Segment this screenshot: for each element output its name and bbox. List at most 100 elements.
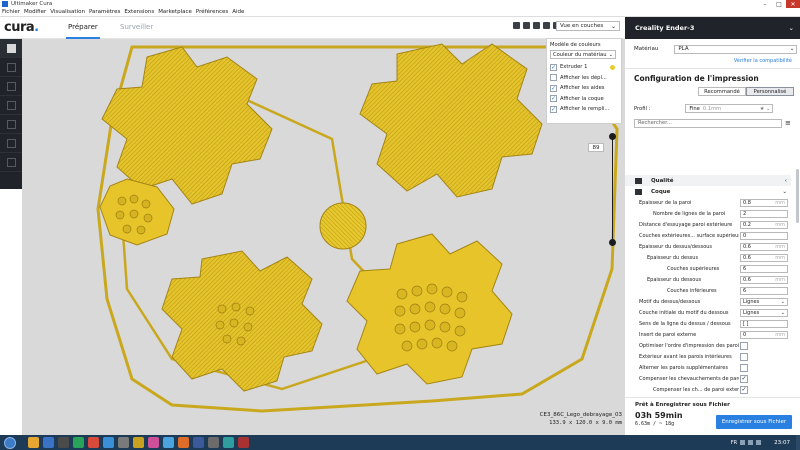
checkbox-infill[interactable]: ✓ [550, 105, 557, 113]
close-button[interactable]: ✕ [786, 0, 800, 8]
slicer-app-icon[interactable] [223, 437, 234, 448]
layer-slider-top-handle[interactable] [609, 133, 616, 140]
setting-input[interactable]: 6 [740, 286, 788, 295]
open-file-button[interactable] [0, 39, 22, 58]
compatibility-link[interactable]: Vérifier la compatibilité [625, 56, 800, 66]
settings-app-icon[interactable] [118, 437, 129, 448]
3d-viewport[interactable] [22, 39, 625, 435]
hamburger-menu-icon[interactable]: ≡ [785, 119, 791, 127]
setting-select[interactable]: Lignes ⌄ [740, 308, 788, 317]
folder-app-icon[interactable] [133, 437, 144, 448]
profile-select[interactable]: Fine 0.1mm ★ ⌄ [685, 104, 774, 113]
browser-icon[interactable] [43, 437, 54, 448]
setting-unit: mm [775, 276, 785, 283]
checkbox-shell[interactable]: ✓ [550, 95, 557, 103]
settings-scrollbar[interactable] [796, 169, 799, 223]
setting-checkbox[interactable] [740, 363, 748, 372]
menu-modifier[interactable]: Modifier [22, 9, 48, 15]
material-select[interactable]: PLA ⌄ [674, 44, 798, 54]
per-model-settings-button[interactable] [0, 134, 22, 153]
setting-input[interactable]: 0 mm [740, 330, 788, 339]
category-quality[interactable]: Qualité ‹ [625, 175, 791, 186]
firefox-icon[interactable] [178, 437, 189, 448]
chevron-left-icon: ‹ [784, 177, 787, 184]
setting-row: Épaisseur de la paroi 0.8 mm [625, 197, 800, 208]
window-controls: – □ ✕ [758, 0, 800, 8]
checkbox-row-infill[interactable]: ✓ Afficher le rempli... [550, 104, 618, 115]
move-tool-button[interactable] [0, 58, 22, 77]
setting-input[interactable]: 6 [740, 264, 788, 273]
media-icon[interactable] [88, 437, 99, 448]
view-top-icon[interactable] [533, 22, 540, 29]
checkbox-row-shell[interactable]: ✓ Afficher la coque [550, 94, 618, 105]
show-desktop-button[interactable] [796, 435, 800, 450]
category-shell[interactable]: Coque ⌄ [625, 186, 791, 197]
menu-preferences[interactable]: Préférences [194, 9, 230, 15]
view-3d-icon[interactable] [513, 22, 520, 29]
checkbox-row-helpers[interactable]: ✓ Afficher les aides [550, 83, 618, 94]
pdf-app-icon[interactable] [238, 437, 249, 448]
support-blocker-button[interactable] [0, 153, 22, 172]
view-type-dropdown[interactable]: Vue en couches ⌄ [556, 21, 620, 31]
mirror-tool-button[interactable] [0, 115, 22, 134]
layer-slider-bottom-handle[interactable] [609, 239, 616, 246]
spreadsheet-icon[interactable] [73, 437, 84, 448]
setting-checkbox[interactable] [740, 352, 748, 361]
view-front-icon[interactable] [523, 22, 530, 29]
battery-icon[interactable] [756, 440, 762, 445]
menu-aide[interactable]: Aide [230, 9, 246, 15]
menu-marketplace[interactable]: Marketplace [156, 9, 194, 15]
setting-checkbox[interactable]: ✓ [740, 374, 748, 383]
checkbox-helpers[interactable]: ✓ [550, 84, 557, 92]
color-scheme-select[interactable]: Couleur du matériau ⌄ [550, 50, 616, 59]
network-icon[interactable] [740, 440, 746, 445]
menu-extensions[interactable]: Extensions [122, 9, 156, 15]
setting-input[interactable]: 0.6 mm [740, 275, 788, 284]
setting-input[interactable]: 0.2 mm [740, 220, 788, 229]
setting-input[interactable]: [ ] [740, 319, 788, 328]
start-button[interactable] [4, 436, 16, 449]
maximize-button[interactable]: □ [772, 0, 786, 8]
checkbox-row-extruder[interactable]: ✓ Extruder 1 [550, 62, 618, 73]
setting-input[interactable]: 0.8 mm [740, 198, 788, 207]
mail-app-icon[interactable] [163, 437, 174, 448]
layer-slider-track[interactable] [612, 136, 613, 243]
language-indicator[interactable]: FR [731, 440, 737, 446]
minimize-button[interactable]: – [758, 0, 772, 8]
checkbox-row-travels[interactable]: Afficher les dépl... [550, 73, 618, 84]
layer-number-input[interactable]: 89 [588, 143, 604, 152]
checkbox-extruder[interactable]: ✓ [550, 63, 557, 71]
star-icon[interactable]: ★ ⌄ [760, 106, 771, 112]
setting-input[interactable]: 2 [740, 209, 788, 218]
scale-tool-button[interactable] [0, 77, 22, 96]
setting-checkbox[interactable] [740, 341, 748, 350]
view-left-icon[interactable] [543, 22, 550, 29]
cura-taskbar-icon[interactable] [103, 437, 114, 448]
tab-preparer[interactable]: Préparer [66, 21, 100, 39]
tab-surveiller[interactable]: Surveiller [120, 21, 153, 39]
word-app-icon[interactable] [193, 437, 204, 448]
terminal-icon[interactable] [58, 437, 69, 448]
printer-selector[interactable]: Creality Ender-3 ⌄ [625, 17, 800, 39]
setting-select[interactable]: Lignes ⌄ [740, 297, 788, 306]
taskbar-apps [28, 437, 249, 448]
setting-checkbox[interactable]: ✓ [740, 385, 748, 394]
menu-visualisation[interactable]: Visualisation [48, 9, 87, 15]
rotate-tool-button[interactable] [0, 96, 22, 115]
setting-input[interactable]: 0.6 mm [740, 253, 788, 262]
checkbox-travels[interactable] [550, 74, 557, 82]
calculator-icon[interactable] [208, 437, 219, 448]
menu-fichier[interactable]: Fichier [0, 9, 22, 15]
clock[interactable]: 23:07 [774, 440, 790, 446]
volume-icon[interactable] [748, 440, 754, 445]
file-explorer-icon[interactable] [28, 437, 39, 448]
setting-input[interactable]: 0 [740, 231, 788, 240]
menu-parametres[interactable]: Paramètres [87, 9, 122, 15]
recommended-mode-button[interactable]: Recommandé [698, 87, 746, 96]
print-config-title: Configuration de l'impression [634, 74, 759, 83]
save-to-file-button[interactable]: Enregistrer sous Fichier [716, 415, 792, 429]
setting-input[interactable]: 0.6 mm [740, 242, 788, 251]
custom-mode-button[interactable]: Personnalisé [746, 87, 794, 96]
settings-search-input[interactable]: Rechercher... [634, 118, 782, 128]
paint-app-icon[interactable] [148, 437, 159, 448]
